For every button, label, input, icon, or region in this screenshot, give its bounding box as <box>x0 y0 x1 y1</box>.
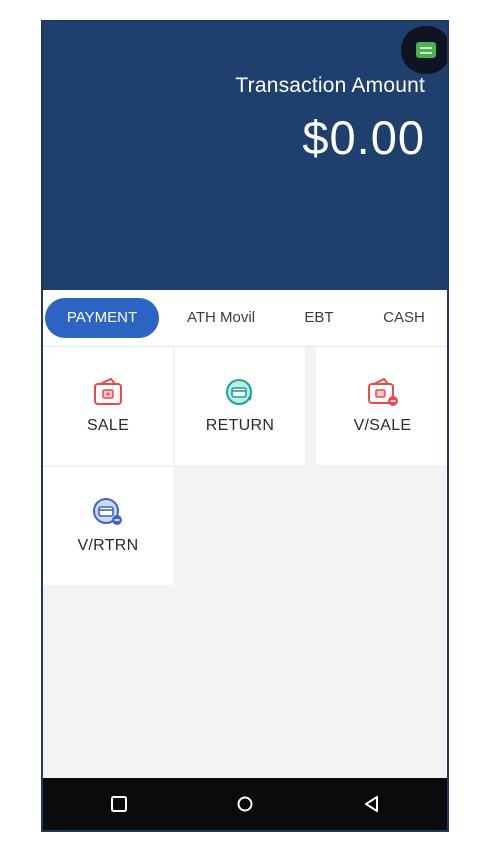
triangle-back-icon[interactable] <box>359 792 383 816</box>
card-reader-icon <box>416 42 436 58</box>
void-sale-button[interactable]: V/SALE <box>316 347 447 465</box>
transaction-amount-label: Transaction Amount <box>235 74 425 97</box>
square-recent-icon[interactable] <box>107 792 131 816</box>
payment-type-tabs: PAYMENT ATH Movil EBT CASH <box>43 290 447 347</box>
transaction-amount-value: $0.00 <box>302 111 425 164</box>
void-sale-icon <box>367 377 398 406</box>
void-return-label: V/RTRN <box>77 537 139 554</box>
sale-label: SALE <box>86 417 130 434</box>
wallet-icon <box>94 377 122 405</box>
tab-payment[interactable]: PAYMENT <box>45 298 159 338</box>
void-return-button[interactable]: V/RTRN <box>43 467 173 585</box>
return-icon <box>226 379 252 405</box>
transaction-actions-grid: SALE RETURN V/SALE V/RTRN <box>43 347 447 787</box>
sale-button[interactable]: SALE <box>43 347 173 465</box>
tab-cash[interactable]: CASH <box>369 298 439 338</box>
android-navigation-bar <box>43 778 447 830</box>
circle-home-icon[interactable] <box>233 792 257 816</box>
transaction-header: Transaction Amount $0.00 <box>43 22 447 290</box>
void-return-icon <box>93 498 122 525</box>
return-label: RETURN <box>205 417 275 434</box>
void-sale-label: V/SALE <box>353 417 412 434</box>
return-button[interactable]: RETURN <box>175 347 305 465</box>
terminal-status-icon[interactable] <box>401 26 447 74</box>
tab-ath-movil[interactable]: ATH Movil <box>173 298 269 338</box>
tab-ebt[interactable]: EBT <box>289 298 349 338</box>
device-screen: Transaction Amount $0.00 PAYMENT ATH Mov… <box>41 20 449 832</box>
